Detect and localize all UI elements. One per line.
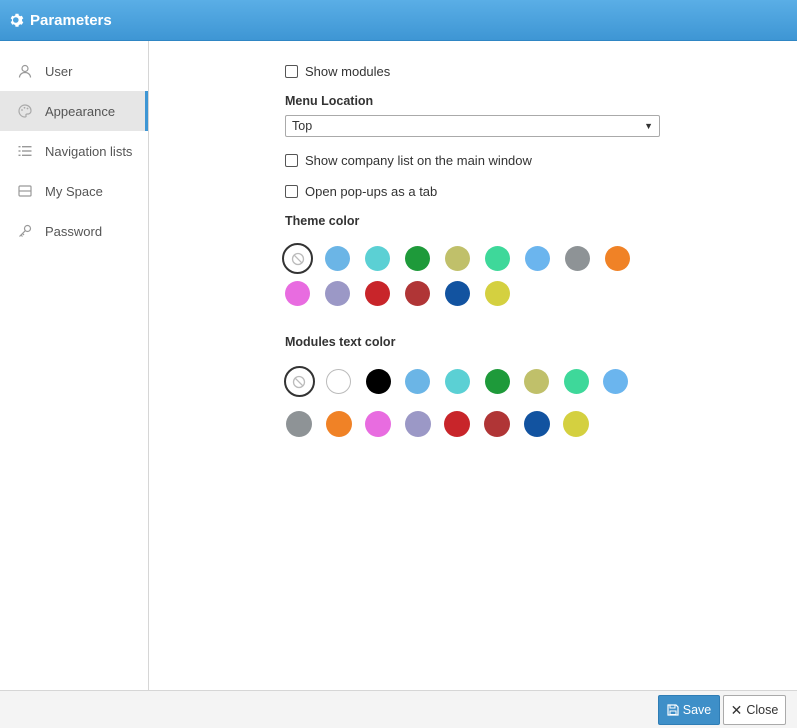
modules-text-color-swatch[interactable] <box>325 411 352 437</box>
sidebar-item-password[interactable]: Password <box>0 211 148 251</box>
dialog-footer: Save ✕ Close <box>0 690 797 728</box>
modules-text-color-swatch[interactable] <box>404 411 431 437</box>
theme-color-swatch[interactable] <box>285 281 310 306</box>
modules-text-color-swatch[interactable] <box>484 411 510 437</box>
sidebar-item-label: Navigation lists <box>45 143 133 159</box>
user-icon <box>18 64 32 78</box>
close-button-label: Close <box>746 703 779 717</box>
sidebar-item-appearance[interactable]: Appearance <box>0 91 148 131</box>
theme-color-swatch[interactable] <box>485 281 510 306</box>
save-button[interactable]: Save <box>658 695 720 725</box>
modules-text-color-swatch[interactable] <box>484 369 510 394</box>
close-icon: ✕ <box>730 701 743 718</box>
sidebar-item-label: Appearance <box>45 103 116 119</box>
open-popups-label: Open pop-ups as a tab <box>305 183 438 199</box>
theme-color-swatch[interactable] <box>605 246 630 271</box>
list-icon <box>18 144 32 158</box>
theme-color-swatch[interactable] <box>405 281 430 306</box>
modules-text-color-swatch[interactable] <box>603 369 629 394</box>
theme-color-swatch[interactable] <box>325 281 350 306</box>
sidebar-item-label: My Space <box>45 183 103 199</box>
menu-location-label: Menu Location <box>285 94 374 108</box>
modules-text-color-swatch[interactable] <box>286 411 312 437</box>
show-company-list-label: Show company list on the main window <box>305 152 532 168</box>
key-icon <box>18 224 32 238</box>
theme-color-swatch-none[interactable] <box>282 243 313 274</box>
save-button-label: Save <box>682 703 712 717</box>
modules-text-color-swatch[interactable] <box>523 411 550 437</box>
save-icon <box>667 704 679 716</box>
no-color-icon <box>291 252 304 265</box>
theme-color-swatch[interactable] <box>565 246 590 271</box>
box-icon <box>18 184 32 198</box>
sidebar-item-label: Password <box>45 223 103 239</box>
sidebar-item-my-space[interactable]: My Space <box>0 171 148 211</box>
sidebar-item-navigation-lists[interactable]: Navigation lists <box>0 131 148 171</box>
modules-text-color-swatch[interactable] <box>365 369 391 394</box>
theme-color-swatch[interactable] <box>325 246 350 271</box>
show-modules-label: Show modules <box>305 63 391 79</box>
theme-color-swatch[interactable] <box>405 246 430 271</box>
modules-text-color-swatch[interactable] <box>365 411 392 437</box>
modules-text-color-swatch[interactable] <box>326 369 352 394</box>
open-popups-row[interactable]: Open pop-ups as a tab <box>285 181 437 201</box>
modules-text-color-label: Modules text color <box>285 335 396 349</box>
sidebar-item-label: User <box>45 63 73 79</box>
modules-text-color-swatch[interactable] <box>563 369 589 394</box>
modules-text-color-swatch[interactable] <box>444 411 471 437</box>
window-title: Parameters <box>30 11 112 29</box>
theme-color-label: Theme color <box>285 214 360 228</box>
no-color-icon <box>292 375 306 388</box>
show-modules-row[interactable]: Show modules <box>285 61 390 81</box>
menu-location-select[interactable]: Top ▼ <box>285 115 660 137</box>
modules-text-color-swatch[interactable] <box>563 411 590 437</box>
window-titlebar: Parameters <box>0 0 797 41</box>
theme-color-swatch[interactable] <box>365 281 390 306</box>
theme-color-swatch[interactable] <box>445 281 470 306</box>
show-company-list-checkbox[interactable] <box>285 153 298 167</box>
theme-color-swatch[interactable] <box>445 246 470 271</box>
open-popups-checkbox[interactable] <box>285 184 298 198</box>
palette-icon <box>18 104 32 118</box>
sidebar-item-user[interactable]: User <box>0 51 148 91</box>
close-button[interactable]: ✕ Close <box>723 695 786 725</box>
modules-text-color-swatch-none[interactable] <box>283 366 315 397</box>
gear-icon <box>10 13 24 27</box>
theme-color-swatch[interactable] <box>365 246 390 271</box>
chevron-down-icon: ▼ <box>644 121 653 131</box>
theme-color-swatch[interactable] <box>525 246 550 271</box>
settings-sidebar: User Appearance Navigation lists My Spac… <box>0 41 149 690</box>
modules-text-color-swatch[interactable] <box>444 369 470 394</box>
theme-color-swatch[interactable] <box>485 246 510 271</box>
show-company-list-row[interactable]: Show company list on the main window <box>285 150 532 170</box>
modules-text-color-swatch[interactable] <box>524 369 550 394</box>
modules-text-color-swatch[interactable] <box>405 369 431 394</box>
show-modules-checkbox[interactable] <box>285 64 298 78</box>
menu-location-value: Top <box>292 119 313 133</box>
